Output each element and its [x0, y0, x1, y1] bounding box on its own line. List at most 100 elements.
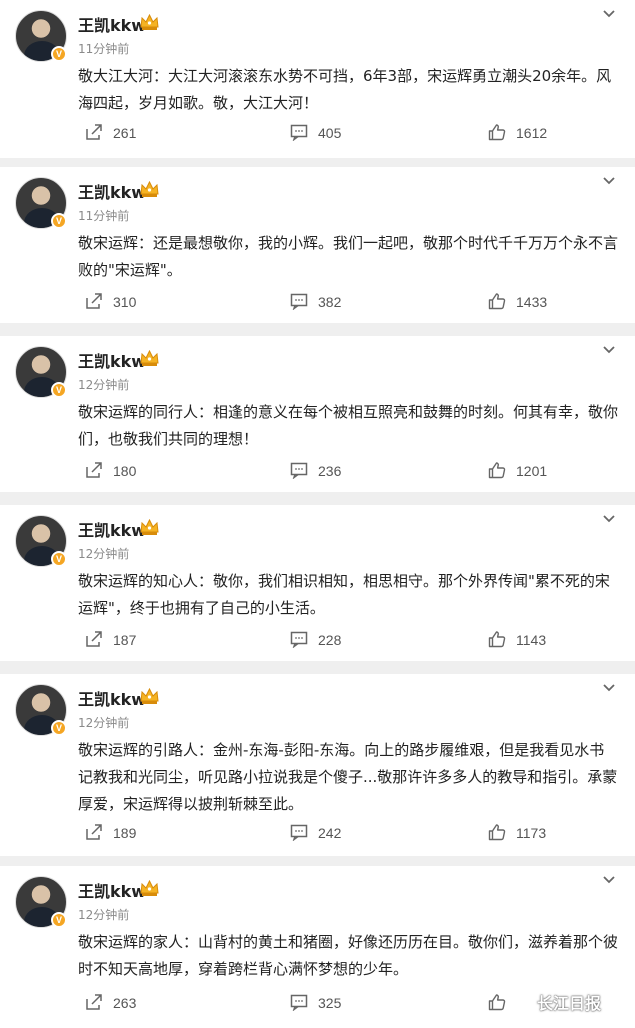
verified-badge-icon: V [51, 912, 67, 928]
share-button[interactable]: 310 [85, 290, 136, 314]
verified-badge-icon: V [51, 382, 67, 398]
comment-button[interactable]: 405 [290, 121, 341, 145]
share-count: 180 [113, 463, 137, 479]
like-button[interactable]: 1433 [488, 290, 547, 314]
post-time: 11分钟前 [78, 42, 130, 56]
watermark: 长江日报 [512, 990, 601, 1014]
username[interactable]: 王凯kkw [78, 878, 146, 902]
post-text: 敬宋运辉的引路人：金州-东海-彭阳-东海。向上的路步履维艰，但是我看见水书 记教我… [78, 737, 618, 818]
post-text-line: 敬宋运辉：还是最想敬你，我的小辉。我们一起吧，敬那个时代千千万万个永不言 [78, 234, 619, 252]
post-text-line: 记教我和光同尘，听见路小拉说我是个傻子...敬那许许多多人的教导和指引。承蒙 [78, 768, 618, 786]
post-time: 12分钟前 [78, 378, 130, 392]
verified-badge-icon: V [51, 46, 67, 62]
comment-button[interactable]: 382 [290, 290, 341, 314]
comment-count: 242 [318, 825, 342, 841]
username[interactable]: 王凯kkw [78, 348, 146, 372]
like-button[interactable]: 1612 [488, 121, 547, 145]
like-icon [488, 630, 516, 651]
comment-count: 236 [318, 463, 342, 479]
comment-icon [290, 461, 318, 482]
comment-icon [290, 630, 318, 651]
share-icon [85, 292, 113, 313]
post-actions: 189 242 1173 [0, 821, 635, 845]
crown-icon [139, 518, 160, 536]
comment-button[interactable]: 242 [290, 821, 341, 845]
post-text: 敬宋运辉的同行人：相逢的意义在每个被相互照亮和鼓舞的时刻。何其有幸，敬你 们，也敬… [78, 399, 618, 453]
chevron-down-icon[interactable] [601, 511, 617, 527]
post-text-line: 敬宋运辉的知心人：敬你，我们相识相知，相思相守。那个外界传闻"累不死的宋 [78, 572, 610, 590]
like-button[interactable]: 1143 [488, 628, 546, 652]
post-text-line: 敬宋运辉的引路人：金州-东海-彭阳-东海。向上的路步履维艰，但是我看见水书 [78, 741, 605, 759]
like-count: 1173 [516, 825, 547, 841]
username[interactable]: 王凯kkw [78, 517, 146, 541]
post-text: 敬大江大河：大江大河滚滚东水势不可挡，6年3部，宋运辉勇立潮头20余年。风 海四起… [78, 63, 618, 117]
comment-icon [290, 993, 318, 1014]
share-count: 310 [113, 294, 137, 310]
like-count: 1143 [516, 632, 547, 648]
share-icon [85, 993, 113, 1014]
post-actions: 180 236 1201 [0, 459, 635, 483]
post-text-line: 敬大江大河：大江大河滚滚东水势不可挡，6年3部，宋运辉勇立潮头20余年。风 [78, 67, 612, 85]
share-button[interactable]: 180 [85, 459, 136, 483]
share-button[interactable]: 189 [85, 821, 136, 845]
like-icon [488, 823, 516, 844]
chevron-down-icon[interactable] [601, 872, 617, 888]
share-icon [85, 461, 113, 482]
chevron-down-icon[interactable] [601, 342, 617, 358]
share-icon [85, 823, 113, 844]
like-count: 1201 [516, 463, 548, 479]
post-text-line: 运辉"，终于也拥有了自己的小生活。 [78, 599, 325, 617]
chevron-down-icon[interactable] [601, 173, 617, 189]
username[interactable]: 王凯kkw [78, 179, 146, 203]
post-text: 敬宋运辉：还是最想敬你，我的小辉。我们一起吧，敬那个时代千千万万个永不言 败的"宋… [78, 230, 618, 284]
crown-icon [139, 13, 160, 31]
post-card: V 王凯kkw 12分钟前敬宋运辉的同行人：相逢的意义在每个被相互照亮和鼓舞的时刻。… [0, 336, 635, 492]
crown-icon [139, 349, 160, 367]
post-actions: 187 228 1143 [0, 628, 635, 652]
post-card: V 王凯kkw 12分钟前 敬宋运辉的知心人：敬你，我们相识相知，相思相守。那个外界传… [0, 505, 635, 661]
post-text: 敬宋运辉的知心人：敬你，我们相识相知，相思相守。那个外界传闻"累不死的宋 运辉"，… [78, 568, 618, 622]
chevron-down-icon[interactable] [601, 680, 617, 696]
crown-icon [139, 687, 160, 705]
post-text-line: 败的"宋运辉"。 [78, 261, 182, 279]
watermark-logo-icon [513, 995, 533, 1010]
post-text-line: 敬宋运辉的同行人：相逢的意义在每个被相互照亮和鼓舞的时刻。何其有幸，敬你 [78, 403, 619, 421]
post-time: 12分钟前 [78, 547, 130, 561]
comment-icon [290, 292, 318, 313]
comment-icon [290, 823, 318, 844]
share-button[interactable]: 261 [85, 121, 136, 145]
like-button[interactable]: 1173 [488, 821, 546, 845]
like-button[interactable]: 1201 [488, 459, 547, 483]
post-actions: 310 382 1433 [0, 290, 635, 314]
like-count: 1612 [516, 125, 548, 141]
crown-icon [139, 879, 160, 897]
watermark-text: 长江日报 [537, 994, 602, 1013]
post-text-line: 厚爱，宋运辉得以披荆斩棘至此。 [78, 795, 304, 813]
post-card: V 王凯kkw 11分钟前敬大江大河：大江大河滚滚东水势不可挡，6年3部，宋运辉勇立… [0, 0, 635, 158]
share-count: 261 [113, 125, 137, 141]
comment-count: 382 [318, 294, 342, 310]
post-time: 12分钟前 [78, 716, 130, 730]
like-icon [488, 292, 516, 313]
comment-button[interactable]: 325 [290, 991, 341, 1015]
comment-icon [290, 123, 318, 144]
comment-count: 325 [318, 995, 342, 1011]
share-button[interactable]: 187 [85, 628, 136, 652]
comment-button[interactable]: 236 [290, 459, 341, 483]
post-actions: 261 405 1612 [0, 121, 635, 145]
post-text-line: 们，也敬我们共同的理想！ [78, 430, 259, 448]
share-count: 187 [113, 632, 137, 648]
post-card: V 王凯kkw 11分钟前 敬宋运辉：还是最想敬你，我的小辉。我们一起吧，敬那个时代千… [0, 167, 635, 323]
post-card: V 王凯kkw 12分钟前 敬宋运辉的引路人：金州-东海-彭阳-东海。向上的路步履维艰… [0, 674, 635, 856]
username[interactable]: 王凯kkw [78, 686, 146, 710]
post-time: 12分钟前 [78, 908, 130, 922]
username[interactable]: 王凯kkw [78, 12, 146, 36]
post-text-line: 敬宋运辉的家人：山背村的黄土和猪圈，好像还历历在目。敬你们，滋养着那个彼 [78, 933, 619, 951]
chevron-down-icon[interactable] [601, 6, 617, 22]
like-icon [488, 461, 516, 482]
share-button[interactable]: 263 [85, 991, 136, 1015]
comment-count: 405 [318, 125, 342, 141]
comment-button[interactable]: 228 [290, 628, 341, 652]
post-time: 11分钟前 [78, 209, 130, 223]
share-icon [85, 123, 113, 144]
